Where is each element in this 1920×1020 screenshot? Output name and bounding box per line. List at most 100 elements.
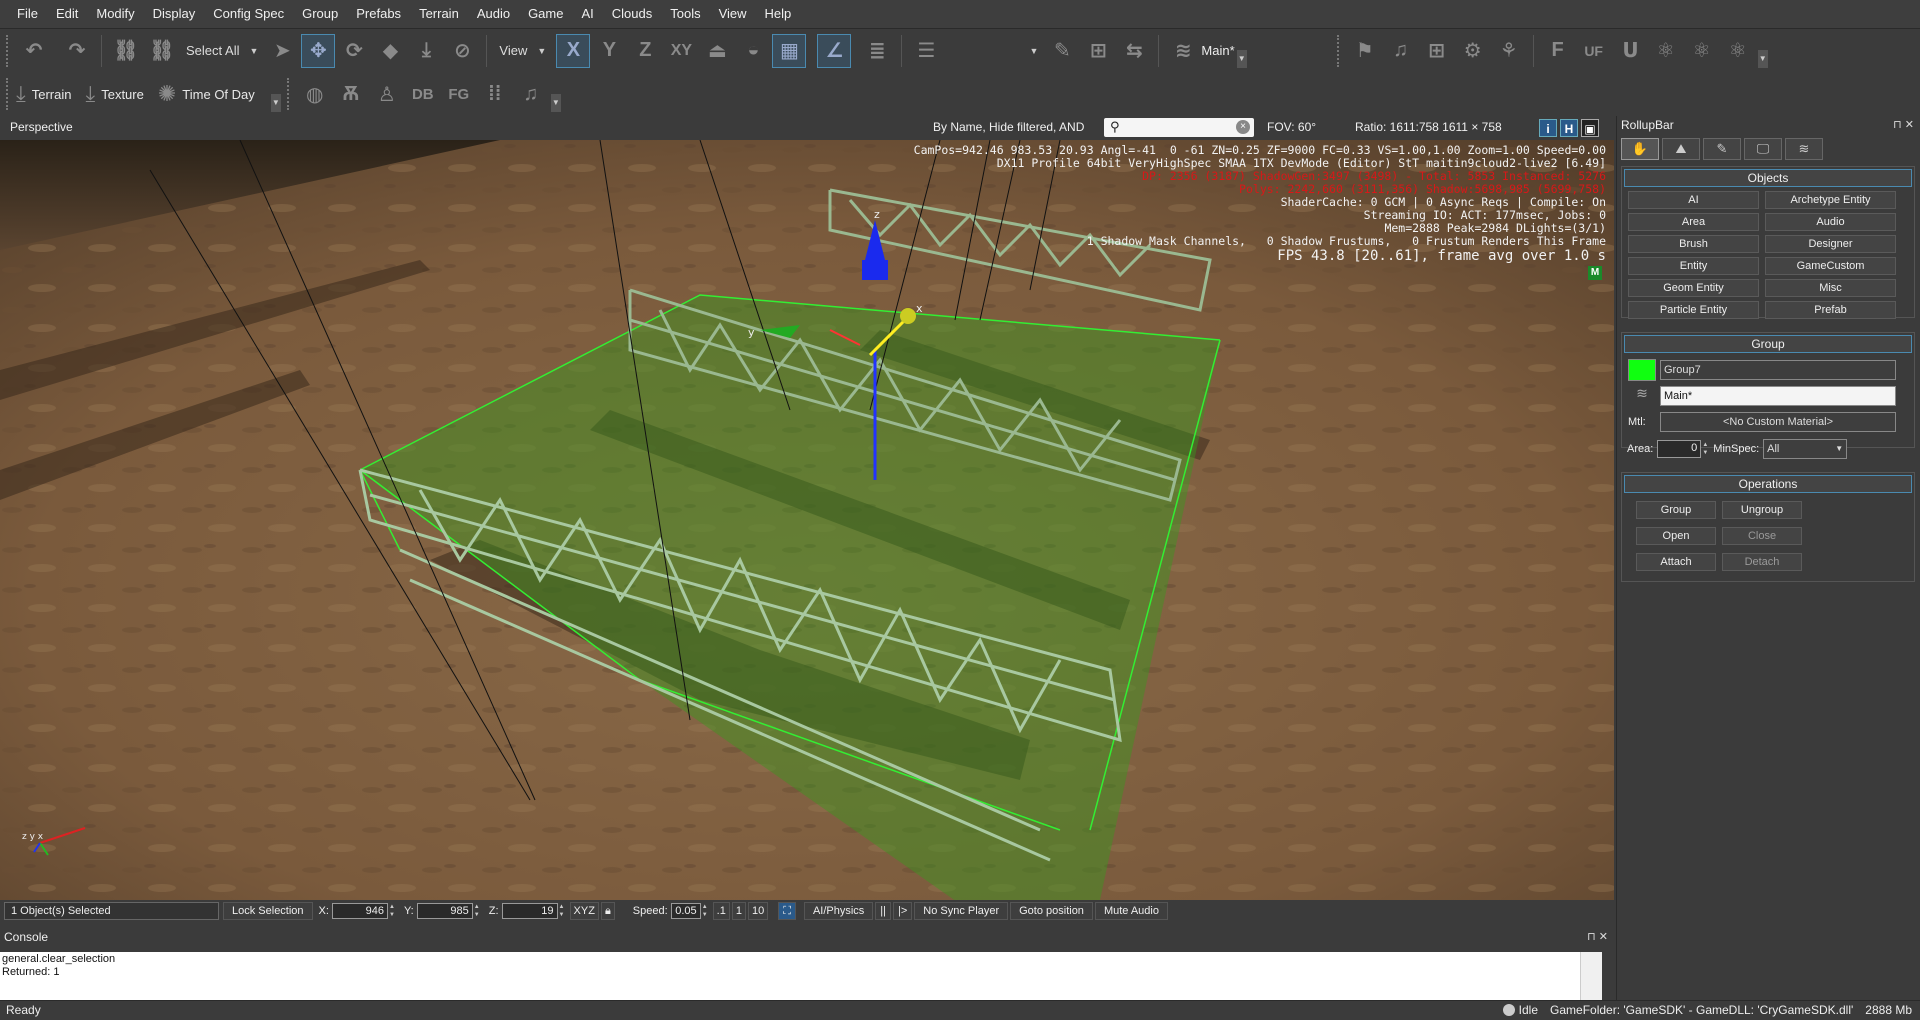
grid-icon[interactable]: ▦ <box>772 33 807 68</box>
terrain-button[interactable]: ⤓ Terrain <box>16 81 71 107</box>
axis-y-button[interactable]: Y <box>592 34 626 68</box>
z-spinner[interactable]: ▲ ▼ <box>558 903 566 919</box>
menu-file[interactable]: File <box>8 0 47 28</box>
unlink-icon[interactable]: ⛓ <box>145 34 179 68</box>
menu-audio[interactable]: Audio <box>468 0 519 28</box>
brush-button[interactable]: Brush <box>1628 235 1759 253</box>
console-window-controls[interactable]: ⊓ ✕ <box>1587 930 1608 943</box>
material-icon[interactable]: ⊞ <box>1420 34 1454 68</box>
tab-layers-icon[interactable]: ≋ <box>1785 138 1823 160</box>
uiflow-icon[interactable]: UF <box>1577 34 1611 68</box>
terrain-snap-icon[interactable]: ⏏ <box>700 34 734 68</box>
menu-terrain[interactable]: Terrain <box>410 0 468 28</box>
menu-modify[interactable]: Modify <box>87 0 143 28</box>
menu-display[interactable]: Display <box>144 0 205 28</box>
maximize-icon[interactable]: ▣ <box>1581 119 1599 137</box>
character-icon[interactable]: ⚙ <box>1456 34 1490 68</box>
close-group-button[interactable]: Close <box>1722 527 1802 545</box>
audio-button[interactable]: Audio <box>1765 213 1896 231</box>
mute-audio-button[interactable]: Mute Audio <box>1094 902 1168 920</box>
group-header[interactable]: Group <box>1624 335 1912 353</box>
archetype-entity-button[interactable]: Archetype Entity <box>1765 191 1896 209</box>
atom-icon[interactable]: ⚛ <box>1649 34 1683 68</box>
toolbar-overflow-button[interactable]: ▼ <box>1236 50 1247 68</box>
speed-spinner[interactable]: ▲ ▼ <box>701 903 709 919</box>
export-icon[interactable]: ✎ <box>1045 34 1079 68</box>
info-icon[interactable]: i <box>1539 119 1557 137</box>
layer-field[interactable]: Main* <box>1660 386 1896 406</box>
perspective-viewport[interactable]: z x y z y x CamPos=942.46 983.53 20.93 A… <box>0 140 1614 900</box>
time-of-day-button[interactable]: ✺ Time Of Day <box>158 81 255 107</box>
gamecustom-button[interactable]: GameCustom <box>1765 257 1896 275</box>
attach-button[interactable]: Attach <box>1636 553 1716 571</box>
minspec-dropdown[interactable]: All ▼ <box>1763 439 1848 459</box>
area-spinner[interactable]: ▲ ▼ <box>1701 441 1709 457</box>
mannequin-icon[interactable]: Ѫ <box>334 77 368 111</box>
axis-z-button[interactable]: Z <box>628 34 662 68</box>
viewport-search-input[interactable]: ⚲ × <box>1104 118 1254 137</box>
xyz-toggle[interactable]: XYZ <box>569 902 599 920</box>
detach-button[interactable]: Detach <box>1722 553 1802 571</box>
grid-dots-icon[interactable]: ⁞⁞ <box>478 77 512 111</box>
atom-icon[interactable]: ⚛ <box>1685 34 1719 68</box>
undo-icon[interactable]: ↶ <box>17 34 51 68</box>
toolbar-grip[interactable] <box>286 78 291 110</box>
speed-10-button[interactable]: 10 <box>747 902 769 920</box>
menu-prefabs[interactable]: Prefabs <box>347 0 410 28</box>
toolbar-overflow-button[interactable]: ▼ <box>270 94 281 112</box>
particle-entity-button[interactable]: Particle Entity <box>1628 301 1759 319</box>
list-icon[interactable]: ≣ <box>860 34 894 68</box>
x-spinner[interactable]: ▲ ▼ <box>388 903 396 919</box>
toolbar-grip[interactable] <box>6 34 10 67</box>
group-button[interactable]: Group <box>1636 501 1716 519</box>
ai-object-button[interactable]: AI <box>1628 191 1759 209</box>
goto-position-button[interactable]: Goto position <box>1010 902 1093 920</box>
search-filter-options[interactable]: By Name, Hide filtered, AND <box>933 120 1084 134</box>
operations-header[interactable]: Operations <box>1624 475 1912 493</box>
toolbar-overflow-button[interactable]: ▼ <box>1757 50 1768 68</box>
axis-x-button[interactable]: X <box>556 33 591 68</box>
prefab-button[interactable]: Prefab <box>1765 301 1896 319</box>
menu-group[interactable]: Group <box>293 0 347 28</box>
snap-terrain-icon[interactable]: ⤓ <box>409 34 443 68</box>
x-coordinate-input[interactable]: 946 <box>331 903 388 919</box>
rotate-icon[interactable]: ⟳ <box>337 34 371 68</box>
console-scrollbar[interactable] <box>1580 952 1602 1004</box>
brush-icon[interactable]: ⚑ <box>1348 34 1382 68</box>
z-coordinate-input[interactable]: 19 <box>501 903 558 919</box>
misc-button[interactable]: Misc <box>1765 279 1896 297</box>
ratio-readout[interactable]: Ratio: 1611:758 1611 × 758 <box>1355 120 1502 134</box>
viewport-title[interactable]: Perspective <box>10 120 73 134</box>
y-coordinate-input[interactable]: 985 <box>416 903 473 919</box>
console-log[interactable]: general.clear_selection Returned: 1 <box>0 952 1580 1004</box>
tab-display-icon[interactable]: 🖵︎ <box>1744 138 1782 160</box>
current-layer-label[interactable]: Main* <box>1201 43 1234 58</box>
group-color-swatch[interactable] <box>1628 359 1656 381</box>
globe-icon[interactable]: ◍ <box>298 77 332 111</box>
particles-icon[interactable]: ⚘ <box>1492 34 1526 68</box>
helpers-icon[interactable]: H <box>1560 119 1578 137</box>
layers-icon[interactable]: ≋ <box>1166 34 1200 68</box>
clear-search-icon[interactable]: × <box>1236 120 1250 134</box>
tab-objects-icon[interactable]: ✋ <box>1621 138 1659 160</box>
rollup-window-controls[interactable]: ⊓ ✕ <box>1893 118 1914 131</box>
pause-button[interactable]: || <box>875 902 892 920</box>
terrain-collision-icon[interactable]: ⛶ <box>778 902 796 920</box>
material-button[interactable]: <No Custom Material> <box>1660 412 1896 432</box>
toolbar-grip[interactable] <box>6 78 10 110</box>
menu-game[interactable]: Game <box>519 0 572 28</box>
open-group-button[interactable]: Open <box>1636 527 1716 545</box>
atom-icon[interactable]: ⚛ <box>1721 34 1755 68</box>
music-icon[interactable]: ♫ <box>1384 34 1418 68</box>
geom-entity-button[interactable]: Geom Entity <box>1628 279 1759 297</box>
axis-xy-button[interactable]: XY <box>664 34 698 68</box>
redo-icon[interactable]: ↷ <box>60 34 94 68</box>
layer-icon[interactable]: ≋ <box>1628 385 1656 407</box>
entity-button[interactable]: Entity <box>1628 257 1759 275</box>
import-icon[interactable]: ⊞ <box>1081 34 1115 68</box>
speed-input[interactable]: 0.05 <box>670 903 701 919</box>
menu-tools[interactable]: Tools <box>661 0 709 28</box>
no-sync-player-button[interactable]: No Sync Player <box>914 902 1009 920</box>
menu-view[interactable]: View <box>710 0 756 28</box>
menu-config-spec[interactable]: Config Spec <box>204 0 293 28</box>
